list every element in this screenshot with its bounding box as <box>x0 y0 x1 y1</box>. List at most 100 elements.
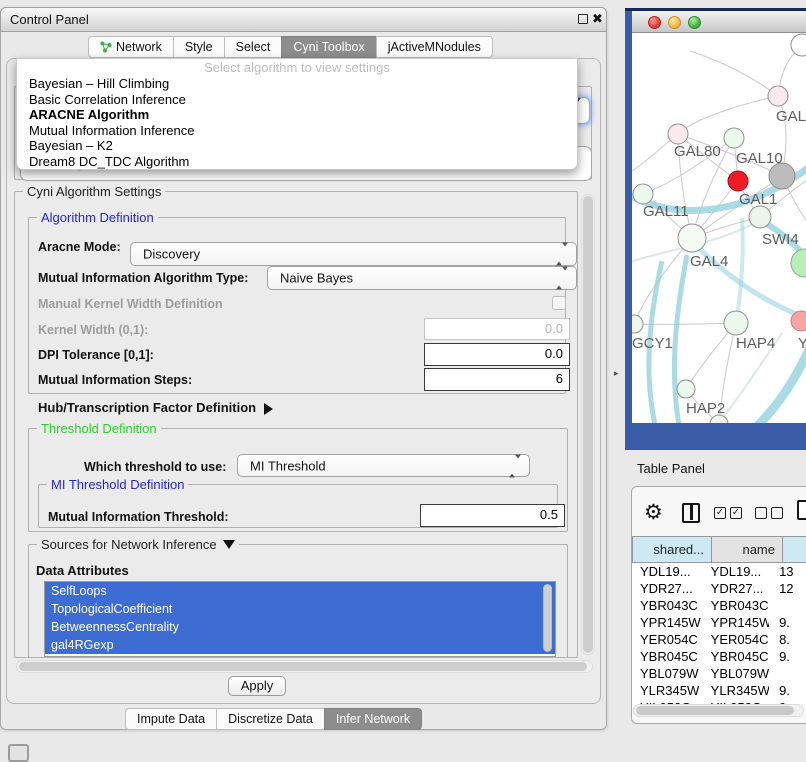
dpi-tolerance-field[interactable]: 0.0 <box>424 343 570 366</box>
aracne-mode-combo[interactable]: Discovery <box>130 242 577 266</box>
table-cell: YER054C <box>705 631 769 648</box>
tab-discretize-data[interactable]: Discretize Data <box>216 708 324 730</box>
mi-threshold-field[interactable]: 0.5 <box>420 504 565 527</box>
threshold-definition-title: Threshold Definition <box>37 421 161 436</box>
table-cell: 9. <box>769 682 806 699</box>
screen: Control Panel ✖ Network Style Select Cyni T… <box>0 0 806 762</box>
tab-jactivemnodules[interactable]: jActiveMNodules <box>376 36 493 58</box>
table-cell: YBR045C <box>705 648 769 665</box>
split-columns-icon[interactable] <box>682 503 700 523</box>
close-traffic-light[interactable] <box>648 16 661 29</box>
minimize-traffic-light[interactable] <box>668 16 681 29</box>
mi-steps-field[interactable]: 6 <box>424 368 570 391</box>
table-cell: YLR345W <box>705 682 769 699</box>
collapsed-panel-icon[interactable] <box>8 744 29 762</box>
column-header-shared[interactable]: shared... <box>632 536 712 563</box>
dropdown-prompt: Select algorithm to view settings <box>17 59 577 76</box>
gear-icon[interactable]: ⚙ <box>644 500 663 525</box>
kernel-width-field[interactable]: 0.0 <box>424 318 570 340</box>
column-header-2[interactable] <box>783 536 806 563</box>
control-panel-title: Control Panel <box>10 12 89 27</box>
mi-algorithm-type-combo[interactable]: Naive Bayes <box>267 266 577 290</box>
node-y[interactable] <box>791 311 806 331</box>
list-scrollbar[interactable] <box>543 584 552 652</box>
table-row[interactable]: YPR145WYPR145W9. <box>632 614 806 631</box>
zoom-traffic-light[interactable] <box>688 16 701 29</box>
table-row[interactable]: YBR045CYBR045C9. <box>632 648 806 665</box>
table-row[interactable]: YLR345WYLR345W9. <box>632 682 806 699</box>
dropdown-item-bayesian-hill-climbing[interactable]: Bayesian – Hill Climbing <box>17 76 577 92</box>
data-attributes-list[interactable]: SelfLoopsTopologicalCoefficientBetweenne… <box>44 581 556 657</box>
column-header-name[interactable]: name <box>712 536 783 563</box>
table-row[interactable]: YDR27...YDR27...12 <box>632 580 806 597</box>
unchecked-checkbox-icon[interactable] <box>755 507 767 519</box>
node[interactable] <box>791 34 806 56</box>
node[interactable] <box>728 171 748 191</box>
table-horizontal-scrollbar[interactable] <box>633 704 804 717</box>
tab-infer-network[interactable]: Infer Network <box>324 708 422 730</box>
table-cell <box>769 665 806 682</box>
table-cell: 8. <box>769 631 806 648</box>
network-window-titlebar[interactable] <box>632 11 806 33</box>
attribute-item-gal4rgexp[interactable]: gal4RGexp <box>45 636 555 654</box>
node-label-gal1: GAL1 <box>739 191 777 208</box>
table-cell: YLR345W <box>632 682 705 699</box>
unchecked-checkbox-icon[interactable] <box>771 507 783 519</box>
checked-checkbox-icon[interactable]: ✓ <box>730 507 742 519</box>
settings-vertical-scrollbar[interactable] <box>581 194 595 655</box>
node-gal80[interactable] <box>668 124 688 144</box>
table-row[interactable]: YDL19...YDL19...13 <box>632 563 806 580</box>
node-gcy1[interactable] <box>632 315 643 333</box>
dropdown-item-basic-correlation-inference[interactable]: Basic Correlation Inference <box>17 92 577 108</box>
network-canvas[interactable]: GALGAL80GAL10GAL1GAL11SWI4GAL4GCY1HAP4YH… <box>632 33 806 423</box>
aracne-mode-value: Discovery <box>143 247 200 262</box>
stepper-icon <box>556 271 568 286</box>
which-threshold-combo[interactable]: MI Threshold <box>237 454 530 477</box>
tab-network[interactable]: Network <box>88 36 173 58</box>
table-row[interactable]: YBR043CYBR043C <box>632 597 806 614</box>
dropdown-item-aracne-algorithm[interactable]: ARACNE Algorithm <box>17 107 577 123</box>
hub-definition-toggle[interactable]: Hub/Transcription Factor Definition <box>38 400 279 415</box>
attribute-item-topologicalcoefficient[interactable]: TopologicalCoefficient <box>45 600 555 618</box>
tab-label: Infer Network <box>336 709 410 730</box>
node-gal[interactable] <box>768 86 788 106</box>
table-row[interactable]: YBL079WYBL079W <box>632 665 806 682</box>
tab-label: Network <box>116 37 162 58</box>
node-hap2[interactable] <box>677 380 695 398</box>
attr-items: SelfLoopsTopologicalCoefficientBetweenne… <box>45 582 555 654</box>
dropdown-item-bayesian-k2[interactable]: Bayesian – K2 <box>17 138 577 154</box>
table-row[interactable]: YER054CYER054C8. <box>632 631 806 648</box>
float-window-icon[interactable] <box>578 14 588 24</box>
data-attributes-label: Data Attributes <box>36 563 129 578</box>
table-cell: YPR145W <box>705 614 769 631</box>
node-gal1[interactable] <box>749 206 771 228</box>
dropdown-item-mutual-information-inference[interactable]: Mutual Information Inference <box>17 123 577 139</box>
dropdown-item-dream8-dc-tdc-algorithm[interactable]: Dream8 DC_TDC Algorithm <box>17 154 577 170</box>
node-swi4[interactable] <box>791 249 806 277</box>
node[interactable] <box>724 128 744 148</box>
tab-cyni-toolbox[interactable]: Cyni Toolbox <box>281 36 375 58</box>
tab-select[interactable]: Select <box>224 36 282 58</box>
tab-style[interactable]: Style <box>173 36 224 58</box>
tab-impute-data[interactable]: Impute Data <box>125 708 216 730</box>
manual-kernel-width-label: Manual Kernel Width Definition <box>38 297 223 311</box>
table-body: YDL19...YDL19...13YDR27...YDR27...12YBR0… <box>632 563 806 707</box>
node-gal11[interactable] <box>633 184 653 204</box>
attribute-item-selfloops[interactable]: SelfLoops <box>45 582 555 600</box>
table-cell: YDR27... <box>632 580 705 597</box>
manual-kernel-width-checkbox[interactable] <box>552 296 566 310</box>
attribute-item-betweennesscentrality[interactable]: BetweennessCentrality <box>45 618 555 636</box>
close-icon[interactable]: ✖ <box>592 11 603 27</box>
node-hap4[interactable] <box>724 311 748 335</box>
table-cell: YBR043C <box>632 597 705 614</box>
tab-label: Select <box>236 37 271 58</box>
sources-toggle[interactable]: Sources for Network Inference <box>37 537 239 555</box>
node-gal4[interactable] <box>678 224 706 252</box>
settings-horizontal-scrollbar[interactable] <box>16 660 593 673</box>
table-cell: 13 <box>769 563 806 580</box>
file-icon[interactable] <box>797 500 806 520</box>
control-panel-titlebar[interactable] <box>0 7 607 32</box>
pane-divider-handle[interactable]: ▸ <box>614 368 619 379</box>
apply-button[interactable]: Apply <box>228 676 286 696</box>
checked-checkbox-icon[interactable]: ✓ <box>714 507 726 519</box>
